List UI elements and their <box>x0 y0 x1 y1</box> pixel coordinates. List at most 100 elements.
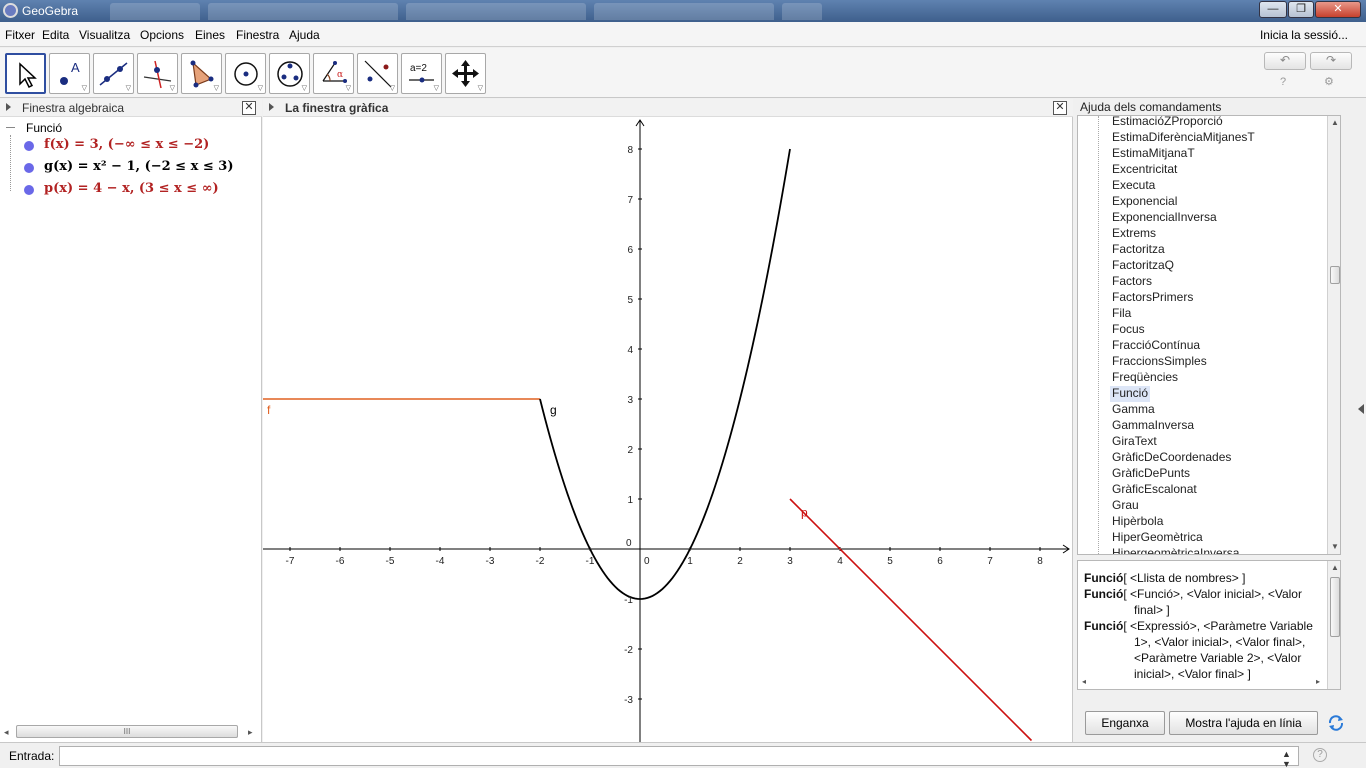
function-p-expression: p(x) = 4 − x, (3 ≤ x ≤ ∞) <box>44 181 219 196</box>
command-list-item[interactable]: FraccionsSimples <box>1112 354 1207 370</box>
graphics-canvas[interactable]: -7 -6 -5 -4 -3 -2 -1 0 1 2 3 4 5 6 7 8 8 7 6 5 4 3 2 1 0 -1 -2 -3 f… <box>263 118 1073 742</box>
slider-tool-button[interactable]: a=2 ▽ <box>401 53 442 94</box>
command-list-item[interactable]: GammaInversa <box>1112 418 1194 434</box>
command-list-item[interactable]: Gamma <box>1112 402 1155 418</box>
command-list-item[interactable]: Excentricitat <box>1112 162 1177 178</box>
maximize-button[interactable]: ❐ <box>1288 1 1314 18</box>
symbol-table-toggle-icon[interactable]: ▲ ▼ <box>1282 749 1291 768</box>
collapse-caret-icon[interactable] <box>269 103 274 111</box>
visibility-toggle-dot[interactable] <box>24 163 34 173</box>
command-list-item[interactable]: GràficDeCoordenades <box>1112 450 1231 466</box>
x-tick-label: 0 <box>644 556 650 567</box>
command-list-item[interactable]: GràficEscalonat <box>1112 482 1197 498</box>
command-list-item[interactable]: Extrems <box>1112 226 1156 242</box>
command-list-item[interactable]: Freqüències <box>1112 370 1178 386</box>
algebra-view-title: Finestra algebraica <box>22 101 125 115</box>
command-list-scrollbar[interactable]: ▲ ▼ <box>1327 116 1340 554</box>
command-list-item[interactable]: Focus <box>1112 322 1145 338</box>
menu-opcions[interactable]: Opcions <box>140 28 184 42</box>
command-list-item[interactable]: Fila <box>1112 306 1131 322</box>
command-list-item[interactable]: EstimaMitjanaT <box>1112 146 1195 162</box>
line-tool-button[interactable]: ▽ <box>93 53 134 94</box>
command-list-item[interactable]: FraccióContínua <box>1112 338 1200 354</box>
close-window-button[interactable]: ✕ <box>1315 1 1361 18</box>
command-list[interactable]: EstimacióZProporció EstimaDiferènciaMitja… <box>1077 115 1341 555</box>
command-list-item[interactable]: EstimacióZProporció <box>1112 116 1223 130</box>
command-list-item[interactable]: FactorsPrimers <box>1112 290 1193 306</box>
y-tick-label: 4 <box>627 345 633 356</box>
close-algebra-view-icon[interactable]: ✕ <box>242 101 256 115</box>
tree-collapse-icon[interactable] <box>6 127 15 128</box>
redo-button[interactable]: ↷ <box>1310 52 1352 70</box>
minimize-button[interactable]: — <box>1259 1 1287 18</box>
reflect-tool-button[interactable]: ▽ <box>357 53 398 94</box>
polygon-tool-button[interactable]: ▽ <box>181 53 222 94</box>
scroll-thumb[interactable] <box>1330 266 1340 284</box>
point-tool-button[interactable]: A ▽ <box>49 53 90 94</box>
command-list-item[interactable]: Grau <box>1112 498 1139 514</box>
tool-dropdown-icon: ▽ <box>301 85 307 92</box>
tree-connector <box>10 135 11 191</box>
command-list-item[interactable]: FactoritzaQ <box>1112 258 1174 274</box>
menu-fitxer[interactable]: Fitxer <box>5 28 35 42</box>
angle-tool-button[interactable]: α ▽ <box>313 53 354 94</box>
command-list-item[interactable]: Factoritza <box>1112 242 1165 258</box>
visibility-toggle-dot[interactable] <box>24 185 34 195</box>
conic-tool-button[interactable]: ▽ <box>269 53 310 94</box>
command-list-item[interactable]: Funció <box>1110 386 1151 402</box>
tool-dropdown-icon: ▽ <box>125 85 131 92</box>
help-icon[interactable]: ? <box>1280 76 1286 88</box>
input-field[interactable] <box>59 746 1299 766</box>
scroll-up-arrow-icon[interactable]: ▲ <box>1331 563 1339 572</box>
scroll-thumb[interactable] <box>1330 577 1340 637</box>
input-help-icon[interactable]: ? <box>1313 748 1327 762</box>
close-graphics-view-icon[interactable]: ✕ <box>1053 101 1067 115</box>
scroll-right-arrow-icon[interactable]: ▸ <box>248 727 253 738</box>
refresh-icon[interactable] <box>1327 714 1345 732</box>
command-list-item[interactable]: Exponencial <box>1112 194 1177 210</box>
circle-tool-button[interactable]: ▽ <box>225 53 266 94</box>
menu-eines[interactable]: Eines <box>195 28 225 42</box>
y-tick-label: 5 <box>627 295 633 306</box>
command-list-item[interactable]: Executa <box>1112 178 1155 194</box>
syntax-scrollbar[interactable]: ▲ <box>1327 561 1340 689</box>
show-online-help-button[interactable]: Mostra l'ajuda en línia <box>1169 711 1318 735</box>
command-list-item[interactable]: ExponencialInversa <box>1112 210 1217 226</box>
visibility-toggle-dot[interactable] <box>24 141 34 151</box>
command-list-item[interactable]: HiperGeomètrica <box>1112 530 1203 546</box>
collapse-caret-icon[interactable] <box>6 103 11 111</box>
menu-ajuda[interactable]: Ajuda <box>289 28 320 42</box>
scroll-up-arrow-icon[interactable]: ▲ <box>1331 118 1339 127</box>
x-tick-label: 3 <box>787 556 793 567</box>
perpendicular-tool-button[interactable]: ▽ <box>137 53 178 94</box>
menu-finestra[interactable]: Finestra <box>236 28 279 42</box>
scroll-left-arrow-icon[interactable]: ◂ <box>1082 677 1086 686</box>
move-view-tool-button[interactable]: ▽ <box>445 53 486 94</box>
scroll-thumb[interactable]: III <box>16 725 238 738</box>
settings-gear-icon[interactable]: ⚙ <box>1324 75 1334 88</box>
paste-button[interactable]: Enganxa <box>1085 711 1165 735</box>
move-tool-button[interactable] <box>5 53 46 94</box>
collapse-side-panel-icon[interactable] <box>1358 404 1364 414</box>
sign-in-link[interactable]: Inicia la sessió... <box>1260 28 1348 42</box>
command-list-item[interactable]: HipergeomètricaInversa <box>1112 546 1239 554</box>
command-list-item[interactable]: EstimaDiferènciaMitjanesT <box>1112 130 1255 146</box>
function-graphs[interactable] <box>263 148 1033 742</box>
scroll-down-arrow-icon[interactable]: ▼ <box>1331 542 1339 551</box>
menu-visualitza[interactable]: Visualitza <box>79 28 130 42</box>
slider-tool-label: a=2 <box>410 63 427 74</box>
command-list-item[interactable]: Hipèrbola <box>1112 514 1163 530</box>
scroll-left-arrow-icon[interactable]: ◂ <box>4 727 9 738</box>
scroll-right-arrow-icon[interactable]: ▸ <box>1316 677 1320 686</box>
undo-button[interactable]: ↶ <box>1264 52 1306 70</box>
background-taskbar-tabs <box>90 3 1260 21</box>
syntax-line: Funció[ <Expressió>, <Paràmetre Variable <box>1084 619 1313 633</box>
algebra-horizontal-scrollbar[interactable]: ◂ III ▸ <box>4 725 256 739</box>
algebra-view: Finestra algebraica ✕ Funció f(x) = 3, (… <box>0 99 262 742</box>
command-list-item[interactable]: Factors <box>1112 274 1152 290</box>
y-tick-label: 2 <box>627 445 633 456</box>
y-tick-label: 6 <box>627 245 633 256</box>
menu-edita[interactable]: Edita <box>42 28 69 42</box>
command-list-item[interactable]: GiraText <box>1112 434 1157 450</box>
command-list-item[interactable]: GràficDePunts <box>1112 466 1190 482</box>
